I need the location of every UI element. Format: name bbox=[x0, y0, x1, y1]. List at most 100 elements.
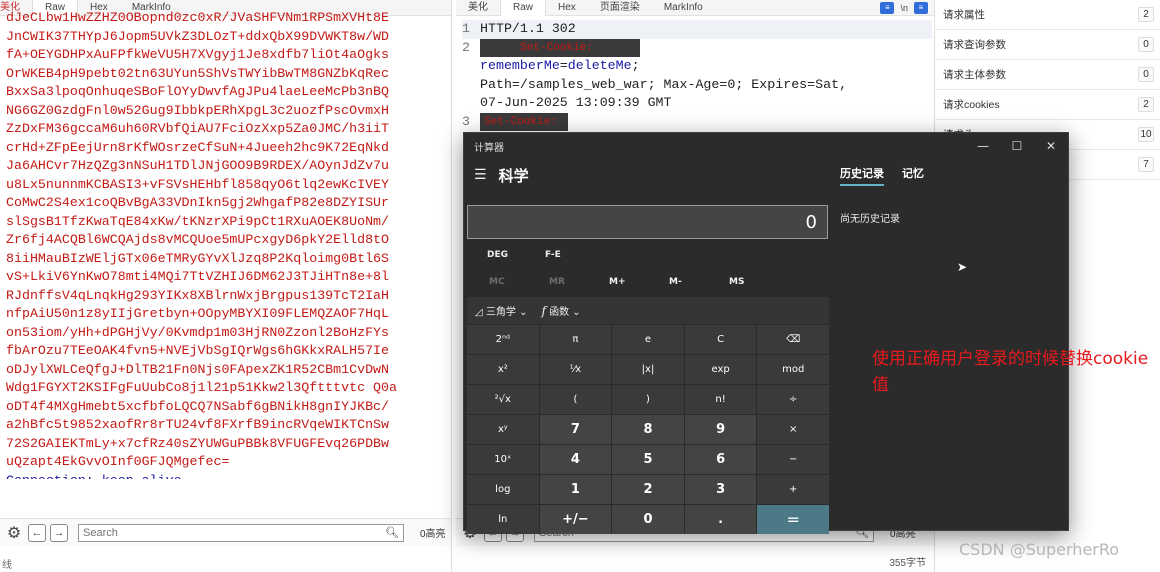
code-line: OrWKEB4pH9pebt02tn63UYun5ShVsTWYibBwTM8G… bbox=[6, 65, 390, 81]
calculator-window[interactable]: 计算器 — ☐ ✕ ☰ 科学 0 DEG F-E MC MR M+ M- MS ◿ 三角… bbox=[463, 132, 1069, 534]
calc-key[interactable]: π bbox=[539, 325, 612, 354]
code-token: Set-Cookie: bbox=[480, 112, 568, 131]
search-icon[interactable]: 🔍︎ bbox=[385, 526, 399, 539]
code-line: fbArOzu7TEeOAK4fvn5+NVEjVbSgIQrWgs6hGKkx… bbox=[6, 343, 390, 358]
param-row[interactable]: 请求cookies 2 bbox=[936, 90, 1160, 120]
memory-button[interactable]: M+ bbox=[589, 273, 649, 291]
memory-row: MC MR M+ M- MS bbox=[469, 273, 769, 291]
code-line: on53iom/yHh+dPGHjVy/0Kvmdp1m03HjRN0Zzonl… bbox=[6, 324, 390, 340]
response-raw-editor[interactable]: 1 HTTP/1.1 302 2 Set-Cookie: rememberMe=del… bbox=[462, 20, 932, 140]
search-input[interactable] bbox=[83, 526, 386, 539]
calc-key[interactable]: 7 bbox=[539, 415, 612, 444]
calc-key[interactable]: x² bbox=[467, 355, 539, 384]
calc-key[interactable]: 2ⁿᵈ bbox=[467, 325, 539, 354]
response-line: 2 Set-Cookie: rememberMe=deleteMe; bbox=[462, 38, 932, 76]
code-line: 72S2GAIEKTmLy+x7cfRz40sZYUWGuPBBk8VFUGFE… bbox=[6, 435, 390, 451]
request-raw-editor[interactable]: dJeCLbw1HwZZHZ0OBopnd0zc0xR/JVaSHFVNm1RP… bbox=[6, 9, 448, 479]
calc-key[interactable]: 1 bbox=[539, 475, 612, 504]
calc-key[interactable]: ÷ bbox=[757, 385, 829, 414]
gear-icon[interactable]: ⚙ bbox=[4, 524, 24, 542]
wrap-toggle-icon[interactable]: ≡ bbox=[880, 1, 895, 14]
calc-key[interactable]: − bbox=[757, 445, 829, 474]
calculator-titlebar[interactable]: 计算器 — ☐ ✕ bbox=[464, 133, 1068, 159]
calc-key[interactable]: . bbox=[684, 505, 757, 534]
code-token: Set-Cookie: bbox=[480, 38, 640, 57]
calc-key[interactable]: 2 bbox=[612, 475, 684, 504]
minimize-icon[interactable]: — bbox=[966, 133, 1000, 159]
calc-key[interactable]: n! bbox=[684, 385, 757, 414]
code-line: slSgsB1TfzKwaTqE84xKw/tKNzrXPi9pCt1RXuAO… bbox=[6, 213, 390, 229]
code-token: ; bbox=[631, 58, 640, 73]
arrow-left-icon[interactable]: ← bbox=[28, 523, 46, 542]
watermark: CSDN @SuperherRo bbox=[959, 540, 1120, 559]
maximize-icon[interactable]: ☐ bbox=[1000, 133, 1034, 159]
calc-key[interactable]: log bbox=[467, 475, 539, 504]
param-name: 请求查询参数 bbox=[943, 39, 1006, 51]
keypad: 2ⁿᵈ π e C ⌫ x² ¹⁄x |x| exp mod ²√x() n! ÷ xʸ 7 8 9 × 10ˣ 4 5… bbox=[467, 325, 829, 534]
code-line: Zr6fj4ACQBl6WCQAjds8vMCQUoe5mUPcxgyD6pkY… bbox=[6, 232, 390, 247]
calc-key[interactable]: |x| bbox=[612, 355, 684, 384]
param-row[interactable]: 请求属性 2 bbox=[936, 0, 1160, 30]
response-line: 1 HTTP/1.1 302 bbox=[462, 20, 932, 39]
calc-key[interactable]: C bbox=[684, 325, 757, 354]
trig-dropdown[interactable]: ◿ 三角学 ⌄ bbox=[475, 303, 527, 318]
mouse-cursor-icon: ➤ bbox=[957, 260, 968, 274]
mode-title: 科学 bbox=[498, 166, 529, 185]
code-token: deleteMe bbox=[567, 58, 632, 73]
memory-button[interactable]: M- bbox=[649, 273, 709, 291]
memory-button[interactable]: MR bbox=[529, 273, 589, 291]
calc-key[interactable]: mod bbox=[757, 355, 829, 384]
param-row[interactable]: 请求主体参数 0 bbox=[936, 60, 1160, 90]
calc-key[interactable]: 6 bbox=[684, 445, 757, 474]
calc-key[interactable]: 5 bbox=[612, 445, 684, 474]
response-line: Path=/samples_web_war; Max-Age=0; Expire… bbox=[462, 76, 932, 95]
tab-raw[interactable]: Raw bbox=[500, 0, 547, 16]
param-count-badge: 0 bbox=[1138, 37, 1154, 52]
memory-button[interactable]: MC bbox=[469, 273, 529, 291]
tab-beautify[interactable]: 美化 bbox=[456, 0, 500, 16]
tab-markinfo[interactable]: MarkInfo bbox=[652, 0, 715, 16]
code-line: u8Lx5nunnmKCBASI3+vFSVsHEHbfl858qyO6tlq2… bbox=[6, 176, 390, 192]
calc-key[interactable]: ln bbox=[467, 505, 539, 534]
calc-key[interactable]: 8 bbox=[612, 415, 684, 444]
calc-key[interactable]: 10ˣ bbox=[467, 445, 539, 474]
code-line: nfpAiU50n1z8yIIjGretbyn+OOpyMBYXI09FLEMQ… bbox=[6, 306, 390, 321]
calc-key[interactable]: exp bbox=[684, 355, 757, 384]
calc-key[interactable]: + bbox=[757, 475, 829, 504]
param-name: 请求cookies bbox=[943, 99, 1000, 111]
newline-toggle[interactable]: \n bbox=[900, 3, 908, 13]
function-dropdown[interactable]: f 函数 ⌄ bbox=[541, 303, 580, 318]
menu-icon[interactable]: ≡ bbox=[914, 1, 928, 14]
search-input-wrapper: 🔍︎ bbox=[78, 523, 404, 542]
tab-history[interactable]: 历史记录 bbox=[840, 165, 884, 186]
line-number bbox=[462, 94, 480, 113]
deg-button[interactable]: DEG bbox=[469, 246, 527, 264]
arrow-right-icon[interactable]: → bbox=[50, 523, 68, 542]
calc-key[interactable]: ⌫ bbox=[757, 325, 829, 354]
tab-hex[interactable]: Hex bbox=[546, 0, 588, 16]
calc-key[interactable]: ( bbox=[539, 385, 612, 414]
calc-key[interactable]: × bbox=[757, 415, 829, 444]
tab-render[interactable]: 页面渲染 bbox=[588, 0, 652, 16]
calc-key[interactable]: +/− bbox=[539, 505, 612, 534]
calc-key[interactable]: ²√x bbox=[467, 385, 539, 414]
tab-memory[interactable]: 记忆 bbox=[902, 165, 924, 186]
header-value: keep-alive bbox=[101, 472, 182, 479]
hamburger-menu-icon[interactable]: ☰ bbox=[474, 167, 487, 183]
calc-key[interactable]: ) bbox=[612, 385, 684, 414]
fe-button[interactable]: F-E bbox=[527, 246, 585, 264]
calc-key[interactable]: 9 bbox=[684, 415, 757, 444]
calc-key[interactable]: xʸ bbox=[467, 415, 539, 444]
calc-key[interactable]: 0 bbox=[612, 505, 684, 534]
calc-key[interactable]: 3 bbox=[684, 475, 757, 504]
code-line: crHd+ZFpEejUrn8rKfWOsrzeCfSuN+4Jueeh2hc9… bbox=[6, 139, 390, 155]
memory-button[interactable]: MS bbox=[709, 273, 769, 291]
calc-key[interactable]: e bbox=[612, 325, 684, 354]
calc-key[interactable]: ¹⁄x bbox=[539, 355, 612, 384]
calc-key[interactable]: = bbox=[757, 505, 829, 534]
connection-header-line: Connection: keep-alive bbox=[6, 472, 448, 479]
calc-key[interactable]: 4 bbox=[539, 445, 612, 474]
history-empty-text: 尚无历史记录 bbox=[840, 214, 900, 225]
param-row[interactable]: 请求查询参数 0 bbox=[936, 30, 1160, 60]
close-icon[interactable]: ✕ bbox=[1034, 133, 1068, 159]
